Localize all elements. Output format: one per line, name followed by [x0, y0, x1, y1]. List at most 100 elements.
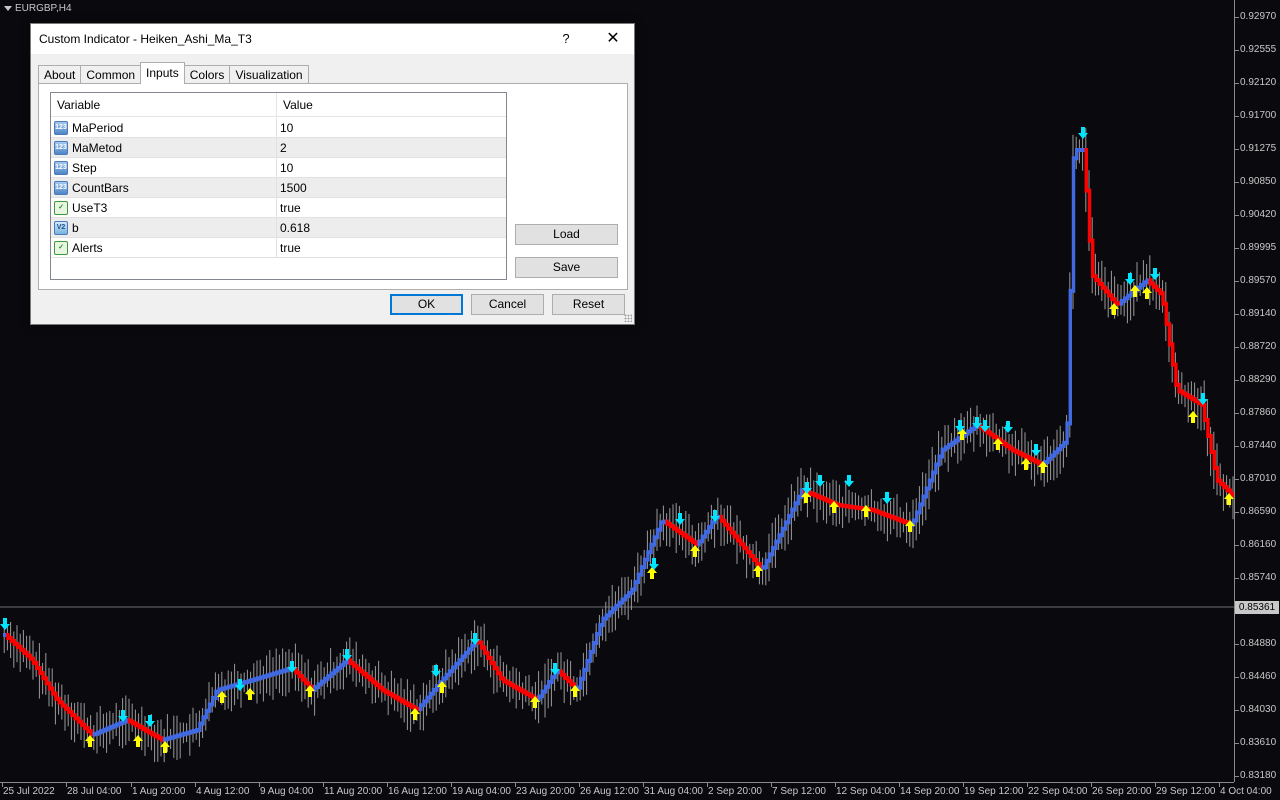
- bull-candle: [1062, 440, 1066, 448]
- bear-candle: [847, 504, 852, 509]
- bear-candle: [1206, 418, 1210, 438]
- bear-candle: [377, 683, 381, 690]
- bear-candle: [492, 661, 496, 671]
- sell-arrow-icon: [1078, 127, 1088, 139]
- grid-row-countbars[interactable]: 123 CountBars 1500: [51, 178, 506, 198]
- bear-candle: [489, 655, 493, 666]
- price-tick: [1235, 314, 1239, 315]
- grid-row-mametod[interactable]: 123 MaMetod 2: [51, 138, 506, 158]
- bear-candle: [479, 640, 484, 650]
- price-scale[interactable]: 0.92970 0.92555 0.92120 0.91700 0.91275 0.908…: [1234, 0, 1280, 782]
- resize-grip-icon[interactable]: [624, 314, 632, 322]
- bear-candle: [396, 695, 400, 702]
- price-label: 0.89995: [1240, 242, 1277, 253]
- dropdown-triangle-icon[interactable]: [4, 6, 12, 11]
- tab-visualization[interactable]: Visualization: [229, 65, 309, 84]
- price-tick: [1235, 215, 1239, 216]
- column-header-value[interactable]: Value: [277, 93, 506, 117]
- load-button[interactable]: Load: [515, 224, 618, 245]
- grid-row-step[interactable]: 123 Step 10: [51, 158, 506, 178]
- tab-colors[interactable]: Colors: [183, 65, 231, 84]
- bull-candle: [281, 668, 285, 674]
- bull-candle: [323, 676, 327, 684]
- price-label: 0.92555: [1240, 44, 1277, 55]
- close-button[interactable]: ✕: [593, 24, 633, 54]
- time-label: 31 Aug 04:00: [644, 786, 703, 797]
- bull-candle: [787, 514, 791, 525]
- bear-candle: [403, 699, 407, 706]
- variable-value[interactable]: 1500: [280, 178, 307, 198]
- bear-candle: [1011, 446, 1015, 453]
- variable-value[interactable]: true: [280, 198, 301, 218]
- time-scale[interactable]: 25 Jul 2022 28 Jul 04:00 1 Aug 20:00 4 Aug …: [0, 782, 1272, 800]
- grid-header: Variable Value: [51, 93, 506, 117]
- symbol-label[interactable]: EURGBP,H4: [4, 3, 72, 14]
- grid-row-alerts[interactable]: ✓ Alerts true: [51, 238, 506, 258]
- grid-row-uset3[interactable]: ✓ UseT3 true: [51, 198, 506, 218]
- bull-candle: [767, 552, 772, 563]
- sell-arrow-icon: [1003, 421, 1013, 433]
- bear-candle: [38, 666, 42, 676]
- time-label: 16 Aug 12:00: [388, 786, 447, 797]
- variable-value[interactable]: true: [280, 238, 301, 258]
- bear-candle: [351, 661, 356, 668]
- tab-common[interactable]: Common: [80, 65, 142, 84]
- time-label: 28 Jul 04:00: [67, 786, 122, 797]
- variable-value[interactable]: 2: [280, 138, 287, 158]
- bear-candle: [559, 669, 564, 677]
- save-button[interactable]: Save: [515, 257, 618, 278]
- bull-candle: [915, 510, 919, 523]
- bear-candle: [1116, 301, 1120, 306]
- bull-candle: [335, 665, 340, 673]
- variable-value[interactable]: 10: [280, 158, 293, 178]
- bear-candle: [1036, 459, 1040, 466]
- bull-candle: [470, 643, 474, 652]
- bull-candle: [179, 732, 183, 738]
- cell-separator: [276, 158, 277, 178]
- bear-candle: [143, 726, 148, 733]
- reset-button[interactable]: Reset: [552, 294, 625, 315]
- bull-candle: [447, 669, 452, 677]
- bear-candle: [76, 716, 80, 724]
- bear-candle: [131, 719, 135, 726]
- bull-candle: [585, 658, 589, 672]
- bull-candle: [332, 668, 336, 676]
- help-button[interactable]: ?: [551, 24, 581, 54]
- tab-about[interactable]: About: [38, 65, 82, 84]
- bear-candle: [991, 432, 996, 439]
- bear-candle: [527, 692, 532, 698]
- bear-candle: [153, 732, 157, 739]
- bull-candle: [271, 671, 276, 677]
- bull-candle: [931, 470, 935, 483]
- custom-indicator-dialog: Custom Indicator - Heiken_Ashi_Ma_T3 ? ✕…: [30, 23, 635, 325]
- bear-candle: [1209, 434, 1213, 454]
- ok-button[interactable]: OK: [390, 294, 463, 315]
- bull-candle: [265, 673, 269, 679]
- variable-value[interactable]: 10: [280, 118, 293, 138]
- grid-row-b[interactable]: V2 b 0.618: [51, 218, 506, 238]
- bull-candle: [249, 678, 253, 684]
- bear-candle: [1155, 284, 1159, 292]
- bear-candle: [902, 518, 906, 525]
- cancel-button[interactable]: Cancel: [471, 294, 544, 315]
- variable-value[interactable]: 0.618: [280, 218, 310, 238]
- bear-candle: [19, 644, 23, 652]
- bull-candle: [1075, 148, 1079, 161]
- bear-candle: [86, 726, 90, 734]
- bear-candle: [348, 658, 352, 666]
- time-label: 7 Sep 12:00: [772, 786, 826, 797]
- bear-candle: [899, 517, 903, 523]
- bear-candle: [83, 722, 87, 730]
- grid-row-maperiod[interactable]: 123 MaPeriod 10: [51, 118, 506, 138]
- dialog-titlebar[interactable]: Custom Indicator - Heiken_Ashi_Ma_T3 ? ✕: [31, 24, 634, 54]
- bull-candle: [1065, 421, 1069, 445]
- dialog-title: Custom Indicator - Heiken_Ashi_Ma_T3: [39, 32, 252, 46]
- tab-inputs[interactable]: Inputs: [140, 62, 185, 84]
- bull-candle: [966, 429, 970, 436]
- bull-candle: [428, 691, 432, 700]
- price-tick: [1235, 17, 1239, 18]
- bull-candle: [460, 654, 464, 663]
- time-label: 29 Sep 12:00: [1156, 786, 1216, 797]
- time-label: 1 Aug 20:00: [132, 786, 186, 797]
- column-header-variable[interactable]: Variable: [51, 93, 276, 117]
